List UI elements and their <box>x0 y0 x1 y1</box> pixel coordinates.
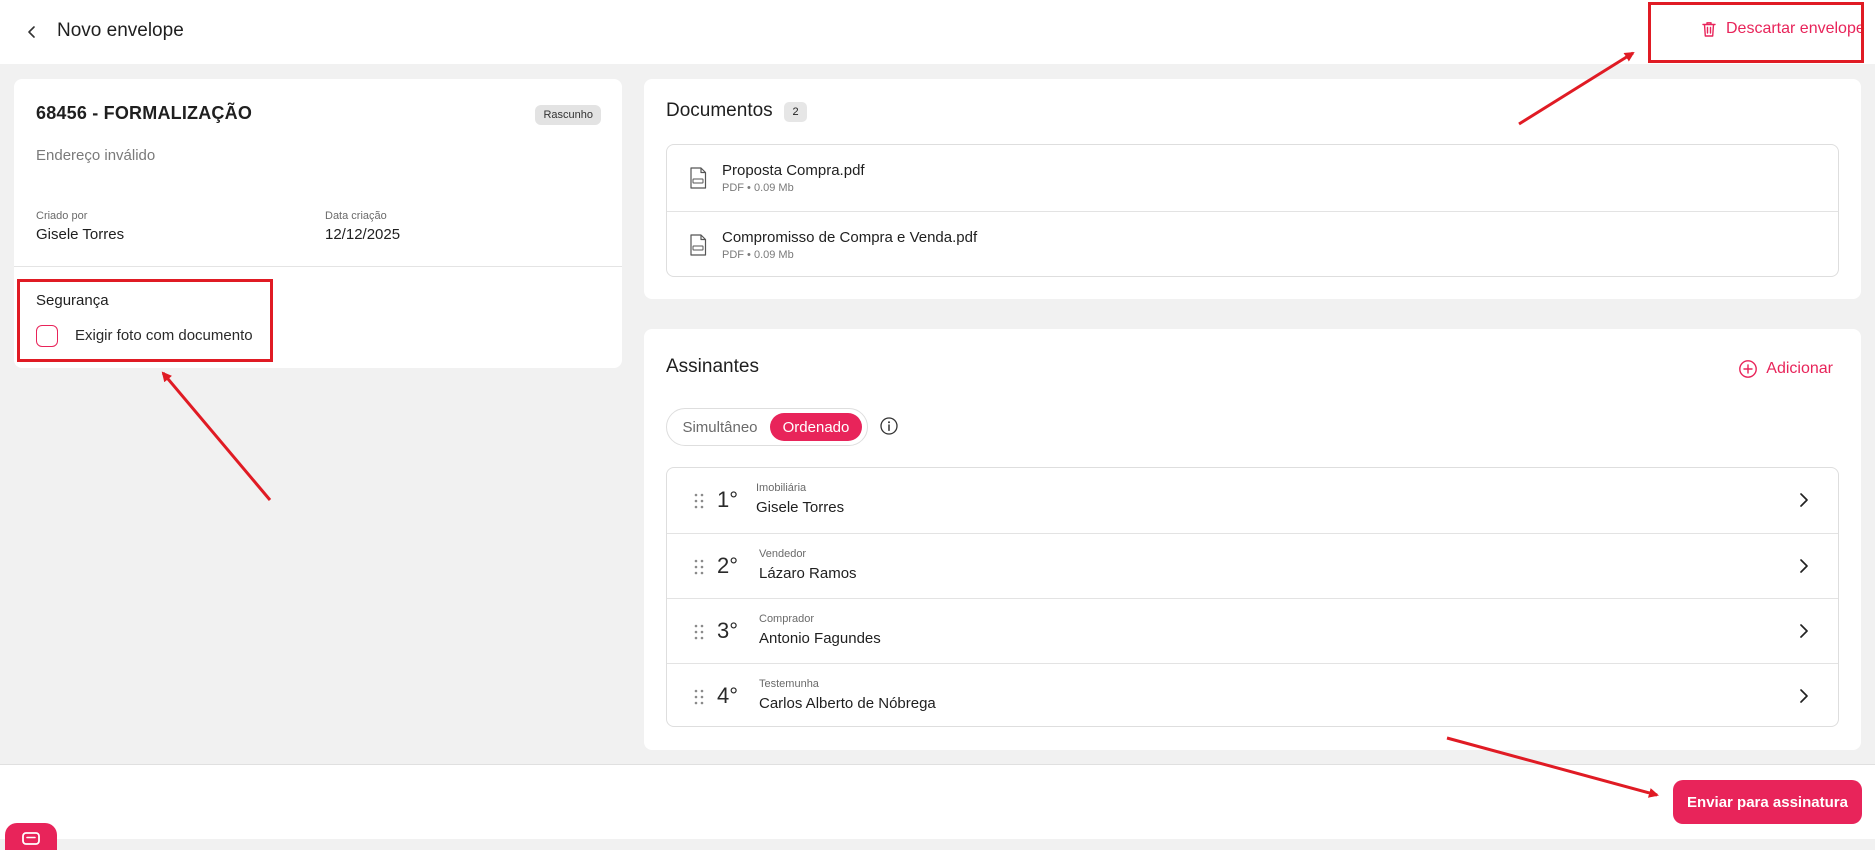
send-for-signature-button[interactable]: Enviar para assinatura <box>1673 780 1862 824</box>
documents-card: Documentos 2 Proposta Compra.pdf PDF • 0… <box>644 79 1861 299</box>
signer-role: Testemunha <box>759 678 819 690</box>
chevron-right-icon <box>1800 559 1808 573</box>
drag-handle-icon[interactable] <box>693 492 705 510</box>
document-meta: PDF • 0.09 Mb <box>722 248 794 261</box>
annotation-highlight-discard <box>1648 2 1864 63</box>
mode-simultaneous[interactable]: Simultâneo <box>670 413 770 441</box>
signer-name: Lázaro Ramos <box>759 565 857 582</box>
top-bar: Novo envelope Descartar envelope <box>0 0 1875 64</box>
document-name: Proposta Compra.pdf <box>722 162 865 179</box>
annotation-highlight-security <box>17 279 273 362</box>
created-by-label: Criado por <box>36 210 88 222</box>
chevron-right-icon <box>1800 689 1808 703</box>
signer-order: 3° <box>717 618 739 643</box>
signer-row[interactable]: 4° Testemunha Carlos Alberto de Nóbrega <box>667 663 1838 726</box>
signer-order: 1° <box>717 487 739 512</box>
plus-circle-icon <box>1739 360 1758 378</box>
info-icon[interactable] <box>879 416 899 436</box>
signer-row[interactable]: 3° Comprador Antonio Fagundes <box>667 598 1838 663</box>
signer-order: 2° <box>717 553 739 578</box>
signer-role: Vendedor <box>759 548 807 560</box>
signer-role: Comprador <box>759 613 815 625</box>
created-date-label: Data criação <box>325 210 387 222</box>
bottom-action-bar <box>0 764 1875 839</box>
chevron-right-icon <box>1800 624 1808 638</box>
chevron-right-icon <box>1800 493 1808 507</box>
chat-icon <box>22 832 40 845</box>
envelope-title: 68456 - FORMALIZAÇÃO <box>36 103 253 123</box>
document-item[interactable]: Compromisso de Compra e Venda.pdf PDF • … <box>667 211 1838 276</box>
annotation-arrow <box>161 371 272 501</box>
add-signer-button[interactable]: Adicionar <box>1738 359 1833 379</box>
signing-mode-toggle: Simultâneo Ordenado <box>666 408 868 446</box>
signers-card: Assinantes Adicionar Simultâneo Ordenado… <box>644 329 1861 750</box>
pdf-file-icon <box>690 167 707 189</box>
chevron-left-icon <box>28 26 35 38</box>
signer-name: Carlos Alberto de Nóbrega <box>759 695 936 712</box>
signers-title: Assinantes <box>666 356 759 377</box>
documents-count-badge: 2 <box>784 102 807 122</box>
document-meta: PDF • 0.09 Mb <box>722 182 794 194</box>
signer-name: Gisele Torres <box>756 499 845 516</box>
created-by-value: Gisele Torres <box>36 226 125 243</box>
pdf-file-icon <box>690 233 707 256</box>
divider <box>14 266 622 267</box>
signer-row[interactable]: 2° Vendedor Lázaro Ramos <box>667 533 1838 598</box>
status-badge: Rascunho <box>535 105 601 125</box>
document-item[interactable]: Proposta Compra.pdf PDF • 0.09 Mb <box>667 145 1838 211</box>
documents-list: Proposta Compra.pdf PDF • 0.09 Mb Compro… <box>666 144 1839 277</box>
drag-handle-icon[interactable] <box>693 558 705 576</box>
documents-title: Documentos <box>666 100 773 121</box>
back-button[interactable] <box>20 20 44 44</box>
signer-row[interactable]: 1° Imobiliária Gisele Torres <box>667 468 1838 533</box>
document-name: Compromisso de Compra e Venda.pdf <box>722 228 978 246</box>
signers-list: 1° Imobiliária Gisele Torres 2° Vendedor… <box>666 467 1839 727</box>
created-date-value: 12/12/2025 <box>325 226 401 243</box>
address-status: Endereço inválido <box>36 147 156 164</box>
mode-ordered[interactable]: Ordenado <box>770 413 862 441</box>
drag-handle-icon[interactable] <box>693 623 705 641</box>
signer-name: Antonio Fagundes <box>759 630 881 647</box>
drag-handle-icon[interactable] <box>693 688 705 706</box>
signer-order: 4° <box>717 683 739 708</box>
signer-role: Imobiliária <box>756 482 807 494</box>
page-title: Novo envelope <box>57 20 184 41</box>
add-signer-label: Adicionar <box>1766 360 1833 377</box>
chat-button[interactable] <box>5 823 57 850</box>
